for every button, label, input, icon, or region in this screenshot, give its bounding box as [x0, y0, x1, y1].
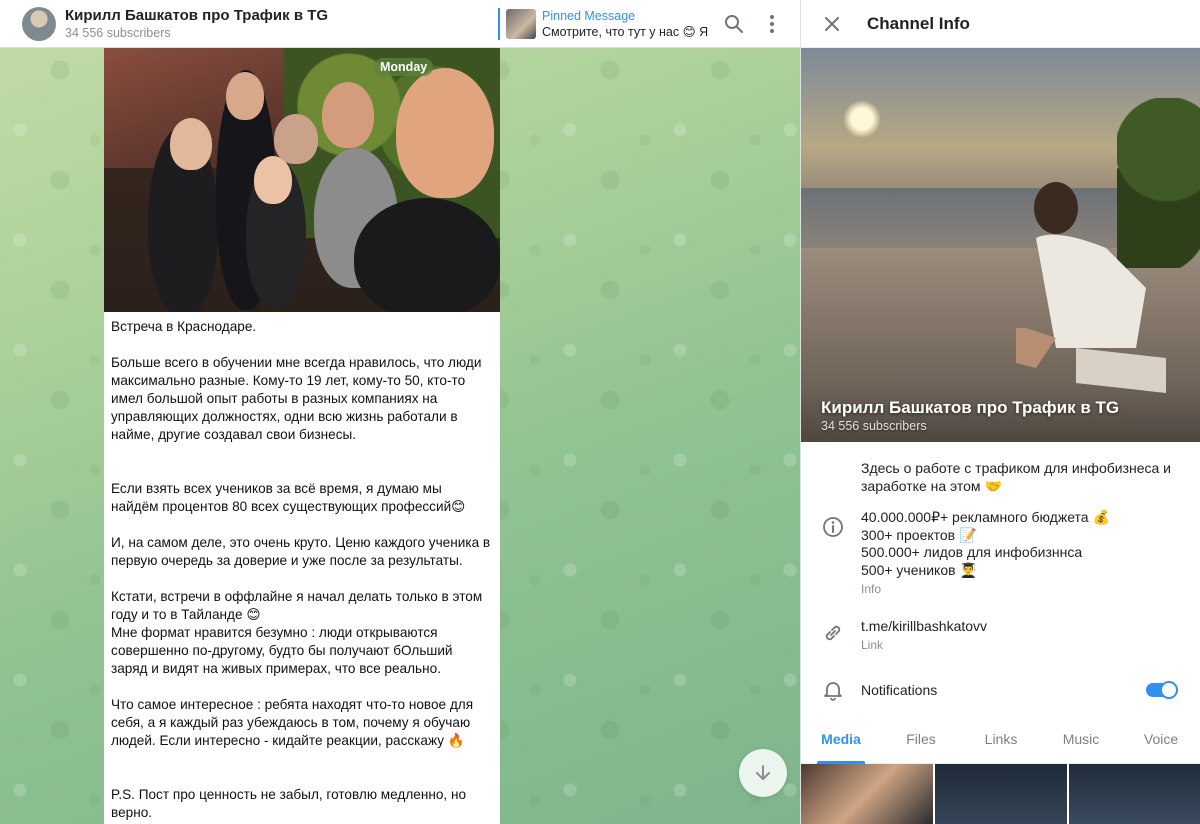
pinned-label: Pinned Message	[542, 8, 636, 23]
chat-area: Кирилл Башкатов про Трафик в TG 34 556 s…	[0, 0, 800, 824]
info-header: Channel Info	[801, 0, 1200, 48]
post-paragraph: Больше всего в обучении мне всегда нрави…	[111, 355, 482, 442]
media-thumbnail[interactable]	[935, 764, 1067, 824]
post-paragraph: Что самое интересное : ребята находят чт…	[111, 697, 474, 748]
more-options-icon[interactable]	[760, 12, 784, 36]
bell-icon	[821, 678, 845, 702]
link-row[interactable]: t.me/kirillbashkatovv Link	[801, 597, 1200, 653]
search-icon[interactable]	[722, 12, 746, 36]
info-icon	[821, 515, 845, 539]
post-paragraph: Если взять всех учеников за всё время, я…	[111, 481, 466, 514]
post-text: Встреча в Краснодаре. Больше всего в обу…	[104, 312, 500, 822]
arrow-down-icon	[756, 765, 770, 780]
media-thumbnail[interactable]	[1069, 764, 1200, 824]
pinned-preview: Смотрите, что тут у нас 😊 Я ...	[542, 24, 710, 39]
tab-music[interactable]: Music	[1041, 714, 1121, 763]
chat-header[interactable]: Кирилл Башкатов про Трафик в TG 34 556 s…	[0, 0, 800, 48]
tab-links[interactable]: Links	[961, 714, 1041, 763]
info-title: Channel Info	[867, 13, 970, 33]
channel-subscribers: 34 556 subscribers	[65, 25, 171, 40]
post-photo[interactable]: Monday	[104, 48, 500, 312]
info-line: 500.000+ лидов для инфобизннса	[861, 544, 1083, 560]
link-label: Link	[861, 638, 884, 652]
post-paragraph: И, на самом деле, это очень круто. Ценю …	[111, 535, 491, 568]
notifications-toggle[interactable]	[1146, 681, 1178, 699]
tab-media[interactable]: Media	[801, 714, 881, 764]
cover-channel-name: Кирилл Башкатов про Трафик в TG	[821, 398, 1120, 417]
notifications-label: Notifications	[861, 682, 938, 698]
tab-files[interactable]: Files	[881, 714, 961, 763]
close-icon[interactable]	[821, 13, 843, 35]
info-line: 300+ проектов 📝	[861, 526, 977, 543]
pinned-thumbnail	[506, 9, 536, 39]
info-label: Info	[861, 582, 882, 596]
post-paragraph: P.S. Пост про ценность не забыл, готовлю…	[111, 787, 467, 820]
date-badge: Monday	[374, 58, 434, 76]
media-grid	[801, 764, 1200, 824]
info-row[interactable]: 40.000.000₽+ рекламного бюджета 💰 300+ п…	[801, 495, 1200, 597]
scroll-down-button[interactable]	[739, 749, 787, 797]
channel-post: Monday Встреча в Краснодаре. Больше всег…	[104, 48, 500, 824]
channel-avatar[interactable]	[22, 6, 56, 41]
post-paragraph: Кстати, встречи в оффлайне я начал делат…	[111, 589, 483, 676]
link-icon	[821, 621, 845, 645]
channel-link[interactable]: t.me/kirillbashkatovv	[861, 617, 1184, 635]
media-thumbnail[interactable]	[801, 764, 933, 824]
tab-voice[interactable]: Voice	[1121, 714, 1200, 763]
pinned-text: Pinned Message Смотрите, что тут у нас 😊…	[542, 9, 710, 40]
notifications-row[interactable]: Notifications	[801, 663, 1200, 717]
telegram-app: Кирилл Башкатов про Трафик в TG 34 556 s…	[0, 0, 1200, 824]
channel-info-panel: Channel Info Кирилл Башкатов про Трафик …	[800, 0, 1200, 824]
info-line: 500+ учеников 👨‍🎓	[861, 561, 977, 578]
channel-title[interactable]: Кирилл Башкатов про Трафик в TG	[65, 7, 485, 25]
post-paragraph: Встреча в Краснодаре.	[111, 319, 257, 334]
cover-subscribers: 34 556 subscribers	[821, 419, 927, 433]
channel-description: Здесь о работе с трафиком для инфобизнес…	[861, 460, 1172, 494]
channel-cover-photo[interactable]	[801, 48, 1200, 442]
pinned-message[interactable]: Pinned Message Смотрите, что тут у нас 😊…	[498, 8, 710, 40]
channel-titles[interactable]: Кирилл Башкатов про Трафик в TG 34 556 s…	[65, 7, 485, 41]
shared-media-tabs: Media Files Links Music Voice	[801, 714, 1200, 764]
info-line: 40.000.000₽+ рекламного бюджета 💰	[861, 509, 1110, 525]
